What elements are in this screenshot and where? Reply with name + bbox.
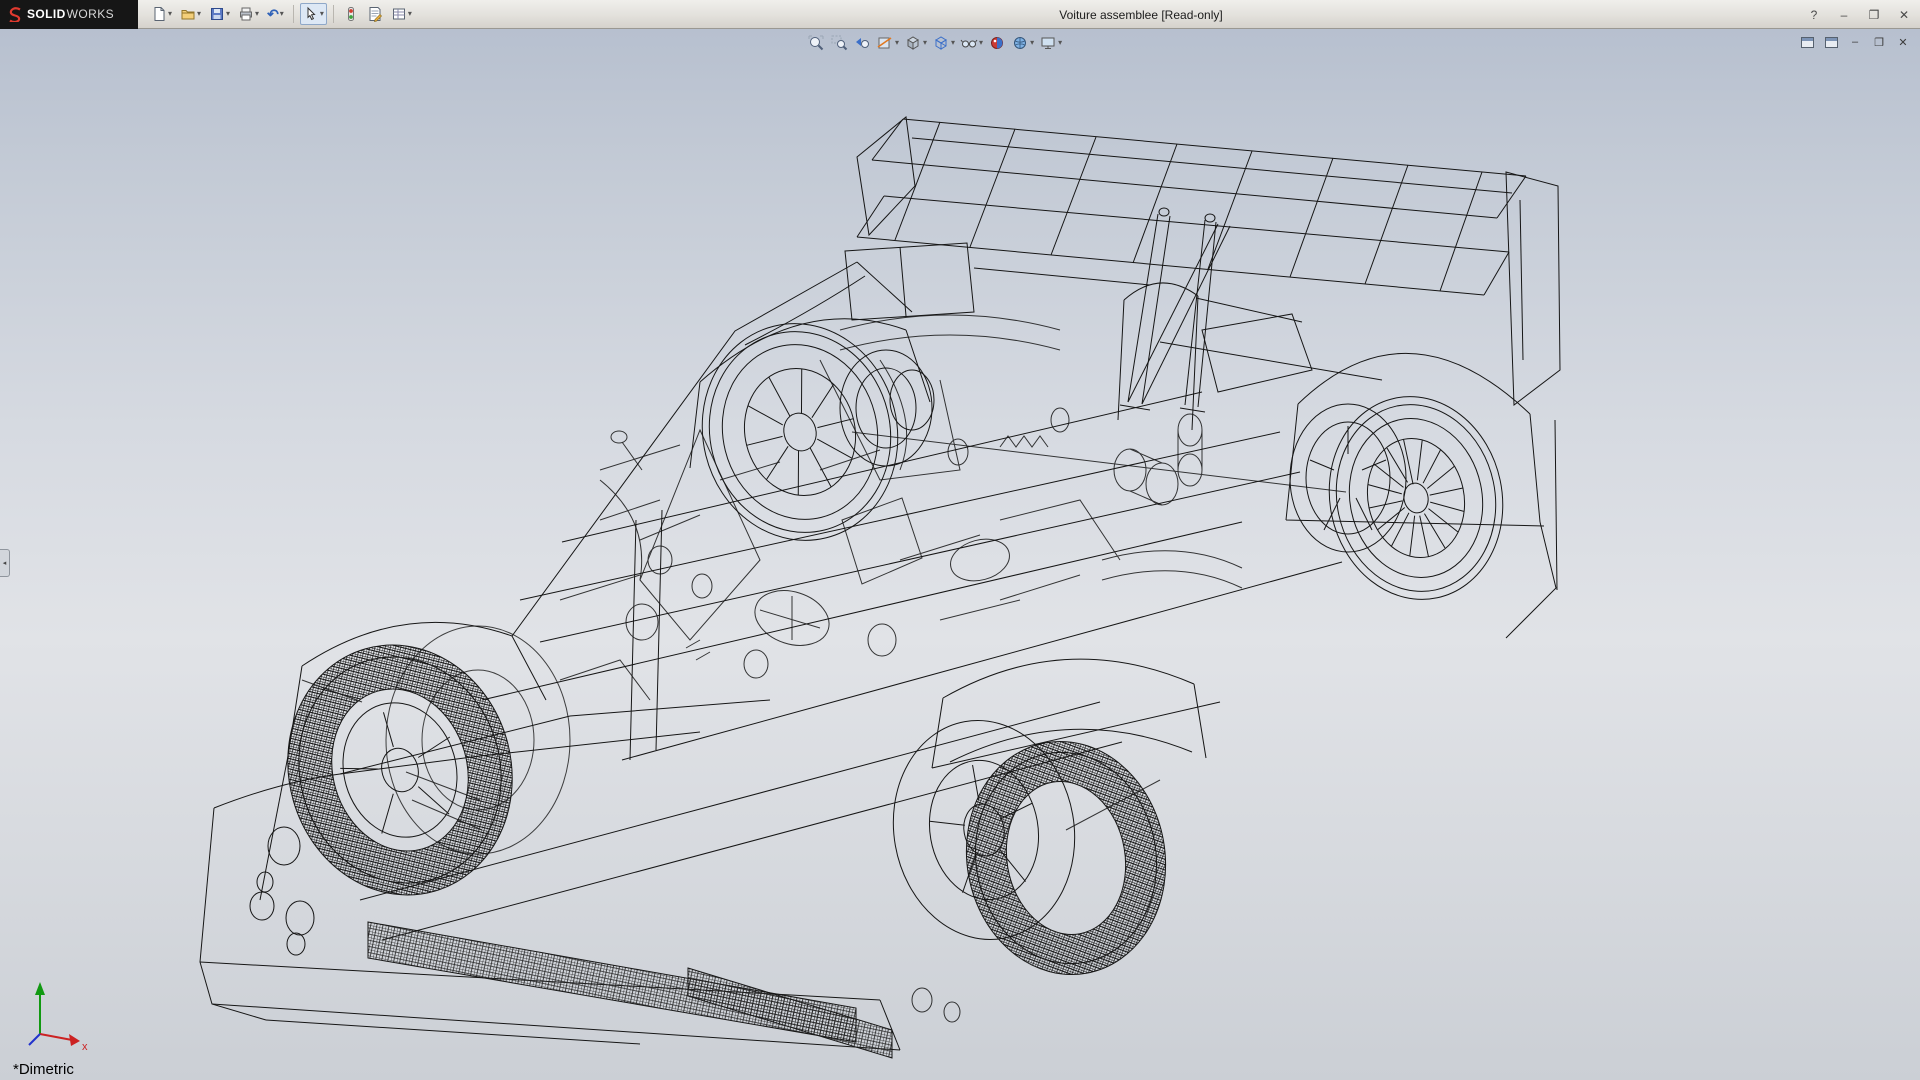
dropdown-caret[interactable]: ▾ bbox=[1058, 39, 1062, 47]
new-document-icon bbox=[151, 6, 167, 22]
print-button[interactable]: ▾ bbox=[235, 3, 262, 25]
dropdown-caret[interactable]: ▾ bbox=[320, 10, 324, 18]
toolbar-separator bbox=[293, 5, 294, 23]
dropdown-caret[interactable]: ▾ bbox=[168, 10, 172, 18]
panel-collapse-tab[interactable]: ◂ bbox=[0, 549, 10, 577]
dropdown-caret[interactable]: ▾ bbox=[1030, 39, 1034, 47]
rebuild-button[interactable] bbox=[340, 3, 362, 25]
view-settings-icon bbox=[1039, 34, 1057, 52]
options-grid-icon bbox=[391, 6, 407, 22]
view-orientation-button[interactable]: ▾ bbox=[903, 33, 928, 53]
save-button[interactable]: ▾ bbox=[206, 3, 233, 25]
toolbar-separator bbox=[333, 5, 334, 23]
triad-x-label: x bbox=[82, 1041, 88, 1053]
previous-view-button[interactable] bbox=[852, 33, 872, 53]
dropdown-caret[interactable]: ▾ bbox=[280, 10, 284, 18]
save-floppy-icon bbox=[209, 6, 225, 22]
dropdown-caret[interactable]: ▾ bbox=[255, 10, 259, 18]
dropdown-caret[interactable]: ▾ bbox=[979, 39, 983, 47]
pane-icon bbox=[1825, 37, 1838, 48]
window-controls: ? – ❐ ✕ bbox=[1804, 0, 1914, 29]
pane-one-button[interactable] bbox=[1798, 34, 1816, 50]
help-button[interactable]: ? bbox=[1804, 8, 1824, 22]
race-car-wireframe: x bbox=[0, 0, 1920, 1080]
new-button[interactable]: ▾ bbox=[148, 3, 175, 25]
zoom-to-area-button[interactable] bbox=[829, 33, 849, 53]
previous-view-icon bbox=[853, 34, 871, 52]
solidworks-logo: SOLID WORKS bbox=[0, 0, 138, 29]
edit-appearance-icon bbox=[988, 34, 1006, 52]
zoom-to-area-icon bbox=[830, 34, 848, 52]
front-right-tire bbox=[948, 726, 1184, 991]
section-view-icon bbox=[876, 34, 894, 52]
select-button[interactable]: ▾ bbox=[300, 3, 327, 25]
open-button[interactable]: ▾ bbox=[177, 3, 204, 25]
select-cursor-icon bbox=[303, 6, 319, 22]
undo-icon: ↶ bbox=[267, 7, 279, 21]
hide-show-items-icon bbox=[960, 34, 978, 52]
zoom-to-fit-button[interactable] bbox=[806, 33, 826, 53]
graphics-viewport[interactable]: x bbox=[0, 29, 1920, 1080]
display-style-icon bbox=[932, 34, 950, 52]
section-view-button[interactable]: ▾ bbox=[875, 33, 900, 53]
display-style-button[interactable]: ▾ bbox=[931, 33, 956, 53]
dropdown-caret[interactable]: ▾ bbox=[895, 39, 899, 47]
apply-scene-button[interactable]: ▾ bbox=[1010, 33, 1035, 53]
dropdown-caret[interactable]: ▾ bbox=[923, 39, 927, 47]
titlebar: SOLID WORKS ▾ ▾ ▾ bbox=[0, 0, 1920, 29]
brand-text-bold: SOLID bbox=[27, 7, 66, 21]
view-orientation-icon bbox=[904, 34, 922, 52]
dropdown-caret[interactable]: ▾ bbox=[226, 10, 230, 18]
apply-scene-icon bbox=[1011, 34, 1029, 52]
open-folder-icon bbox=[180, 6, 196, 22]
orientation-triad: x bbox=[29, 982, 88, 1053]
rear-right-wheel bbox=[1311, 380, 1522, 615]
edit-appearance-button[interactable] bbox=[987, 33, 1007, 53]
rear-left-wheel bbox=[680, 303, 921, 561]
view-orientation-label: *Dimetric bbox=[13, 1061, 74, 1078]
main-toolbar: ▾ ▾ ▾ ▾ bbox=[148, 3, 415, 25]
restore-button[interactable]: ❐ bbox=[1864, 8, 1884, 22]
file-properties-icon bbox=[367, 6, 383, 22]
hide-show-items-button[interactable]: ▾ bbox=[959, 33, 984, 53]
close-button[interactable]: ✕ bbox=[1894, 8, 1914, 22]
zoom-to-fit-icon bbox=[807, 34, 825, 52]
print-icon bbox=[238, 6, 254, 22]
file-properties-button[interactable] bbox=[364, 3, 386, 25]
brand-text-light: WORKS bbox=[67, 7, 114, 21]
doc-minimize-button[interactable]: – bbox=[1846, 34, 1864, 50]
rear-wing bbox=[857, 117, 1560, 412]
view-settings-button[interactable]: ▾ bbox=[1038, 33, 1063, 53]
undo-button[interactable]: ↶ ▾ bbox=[264, 3, 287, 25]
stop-light-icon bbox=[343, 6, 359, 22]
dropdown-caret[interactable]: ▾ bbox=[408, 10, 412, 18]
pane-icon bbox=[1801, 37, 1814, 48]
doc-close-button[interactable]: ✕ bbox=[1894, 34, 1912, 50]
front-left-tire bbox=[259, 618, 542, 921]
side-mesh-grilles bbox=[368, 922, 892, 1058]
dropdown-caret[interactable]: ▾ bbox=[951, 39, 955, 47]
dropdown-caret[interactable]: ▾ bbox=[197, 10, 201, 18]
window-title: Voiture assemblee [Read-only] bbox=[1059, 0, 1222, 29]
ds-logo-icon bbox=[7, 6, 23, 22]
document-window-controls: – ❐ ✕ bbox=[1798, 34, 1912, 50]
solidworks-window: SOLID WORKS ▾ ▾ ▾ bbox=[0, 0, 1920, 1080]
doc-restore-button[interactable]: ❐ bbox=[1870, 34, 1888, 50]
heads-up-toolbar: ▾ ▾ ▾ bbox=[806, 33, 1063, 53]
minimize-button[interactable]: – bbox=[1834, 8, 1854, 22]
pane-two-button[interactable] bbox=[1822, 34, 1840, 50]
options-button[interactable]: ▾ bbox=[388, 3, 415, 25]
